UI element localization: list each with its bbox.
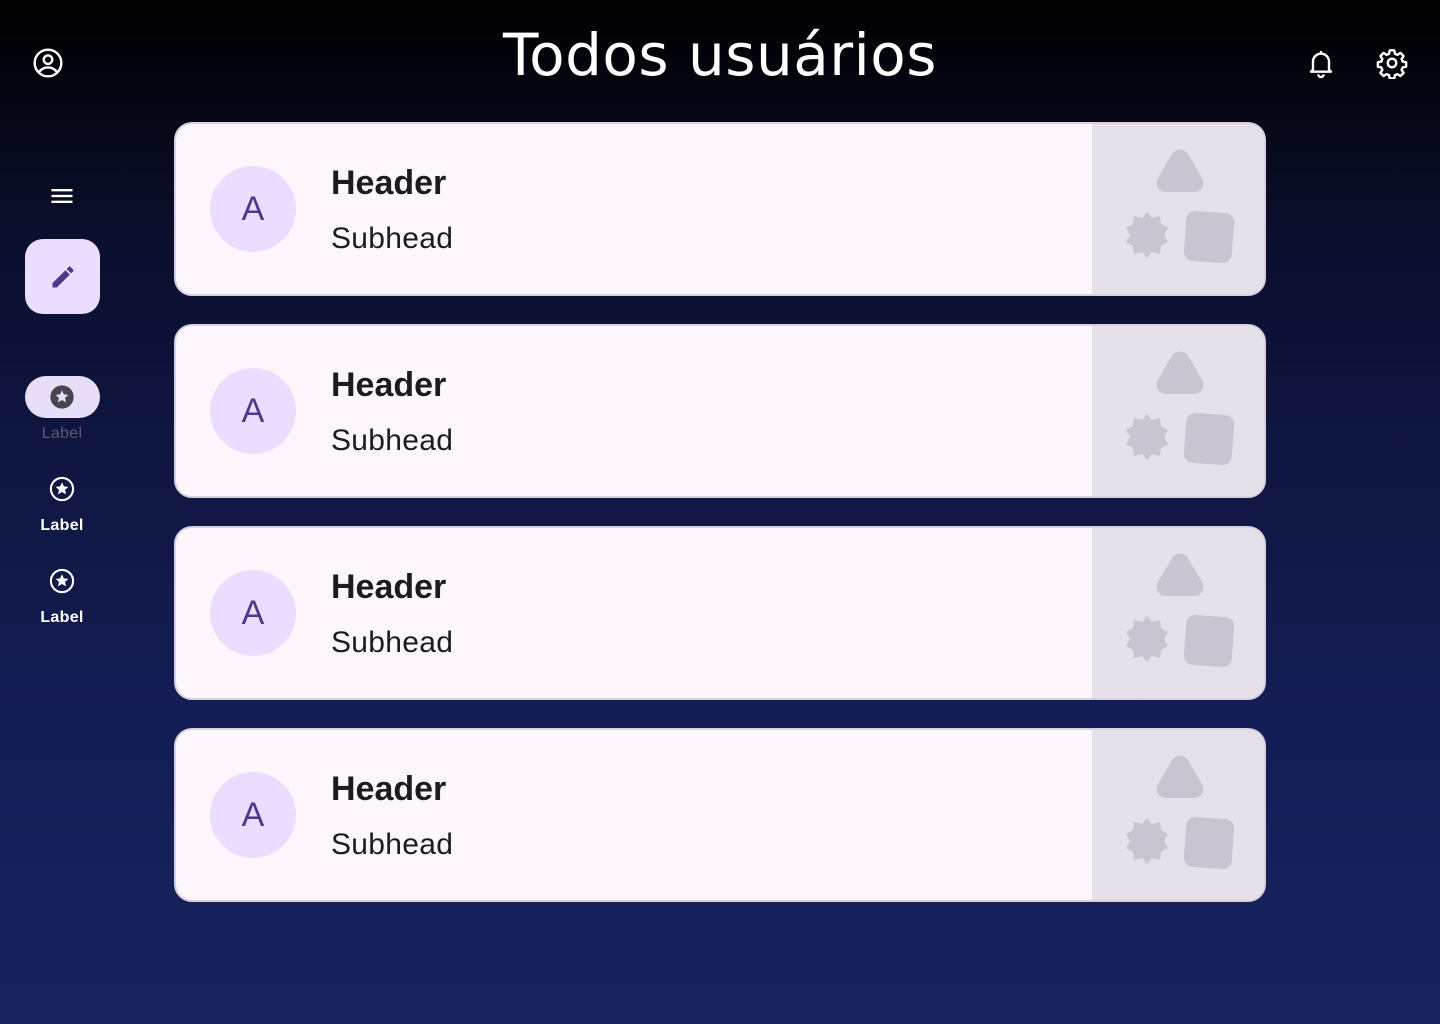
user-card-2[interactable]: A Header Subhead	[174, 324, 1266, 498]
page-title: Todos usuários	[503, 21, 937, 89]
avatar: A	[210, 166, 296, 252]
user-card-4[interactable]: A Header Subhead	[174, 728, 1266, 902]
card-header: Header	[331, 164, 447, 202]
card-subhead: Subhead	[331, 626, 454, 659]
rail-item-indicator	[25, 560, 100, 602]
user-card-3[interactable]: A Header Subhead	[174, 526, 1266, 700]
rail-item-label: Label	[40, 609, 84, 626]
rail-item-label: Label	[41, 425, 83, 442]
shapes-placeholder-icon	[1126, 149, 1235, 264]
pencil-icon	[52, 265, 74, 287]
compose-fab-button[interactable]	[25, 239, 100, 314]
account-circle-icon[interactable]	[29, 44, 67, 82]
rail-item-indicator	[25, 468, 100, 510]
rail-item-2[interactable]: Label	[12, 468, 112, 535]
card-header: Header	[331, 366, 447, 404]
card-header: Header	[331, 568, 447, 606]
card-subhead: Subhead	[331, 222, 454, 255]
user-card-1[interactable]: A Header Subhead	[174, 122, 1266, 296]
card-media	[1092, 326, 1264, 496]
star-circle-icon	[49, 568, 75, 594]
avatar: A	[210, 772, 296, 858]
rail-item-label: Label	[40, 517, 84, 534]
rail-item-1[interactable]: Label	[12, 376, 112, 443]
card-subhead: Subhead	[331, 828, 454, 861]
rail-item-3[interactable]: Label	[12, 560, 112, 627]
card-subhead: Subhead	[331, 424, 454, 457]
star-circle-icon	[50, 385, 74, 409]
avatar: A	[210, 570, 296, 656]
card-header: Header	[331, 770, 447, 808]
star-circle-icon	[49, 476, 75, 502]
gear-icon[interactable]	[1373, 44, 1411, 82]
hamburger-menu-icon[interactable]	[40, 176, 84, 216]
shapes-placeholder-icon	[1126, 351, 1235, 466]
card-media	[1092, 730, 1264, 900]
card-media	[1092, 528, 1264, 698]
shapes-placeholder-icon	[1126, 755, 1235, 870]
rail-item-indicator	[24, 376, 100, 418]
bell-icon[interactable]	[1302, 44, 1340, 82]
card-media	[1092, 124, 1264, 294]
shapes-placeholder-icon	[1126, 553, 1235, 668]
avatar: A	[210, 368, 296, 454]
